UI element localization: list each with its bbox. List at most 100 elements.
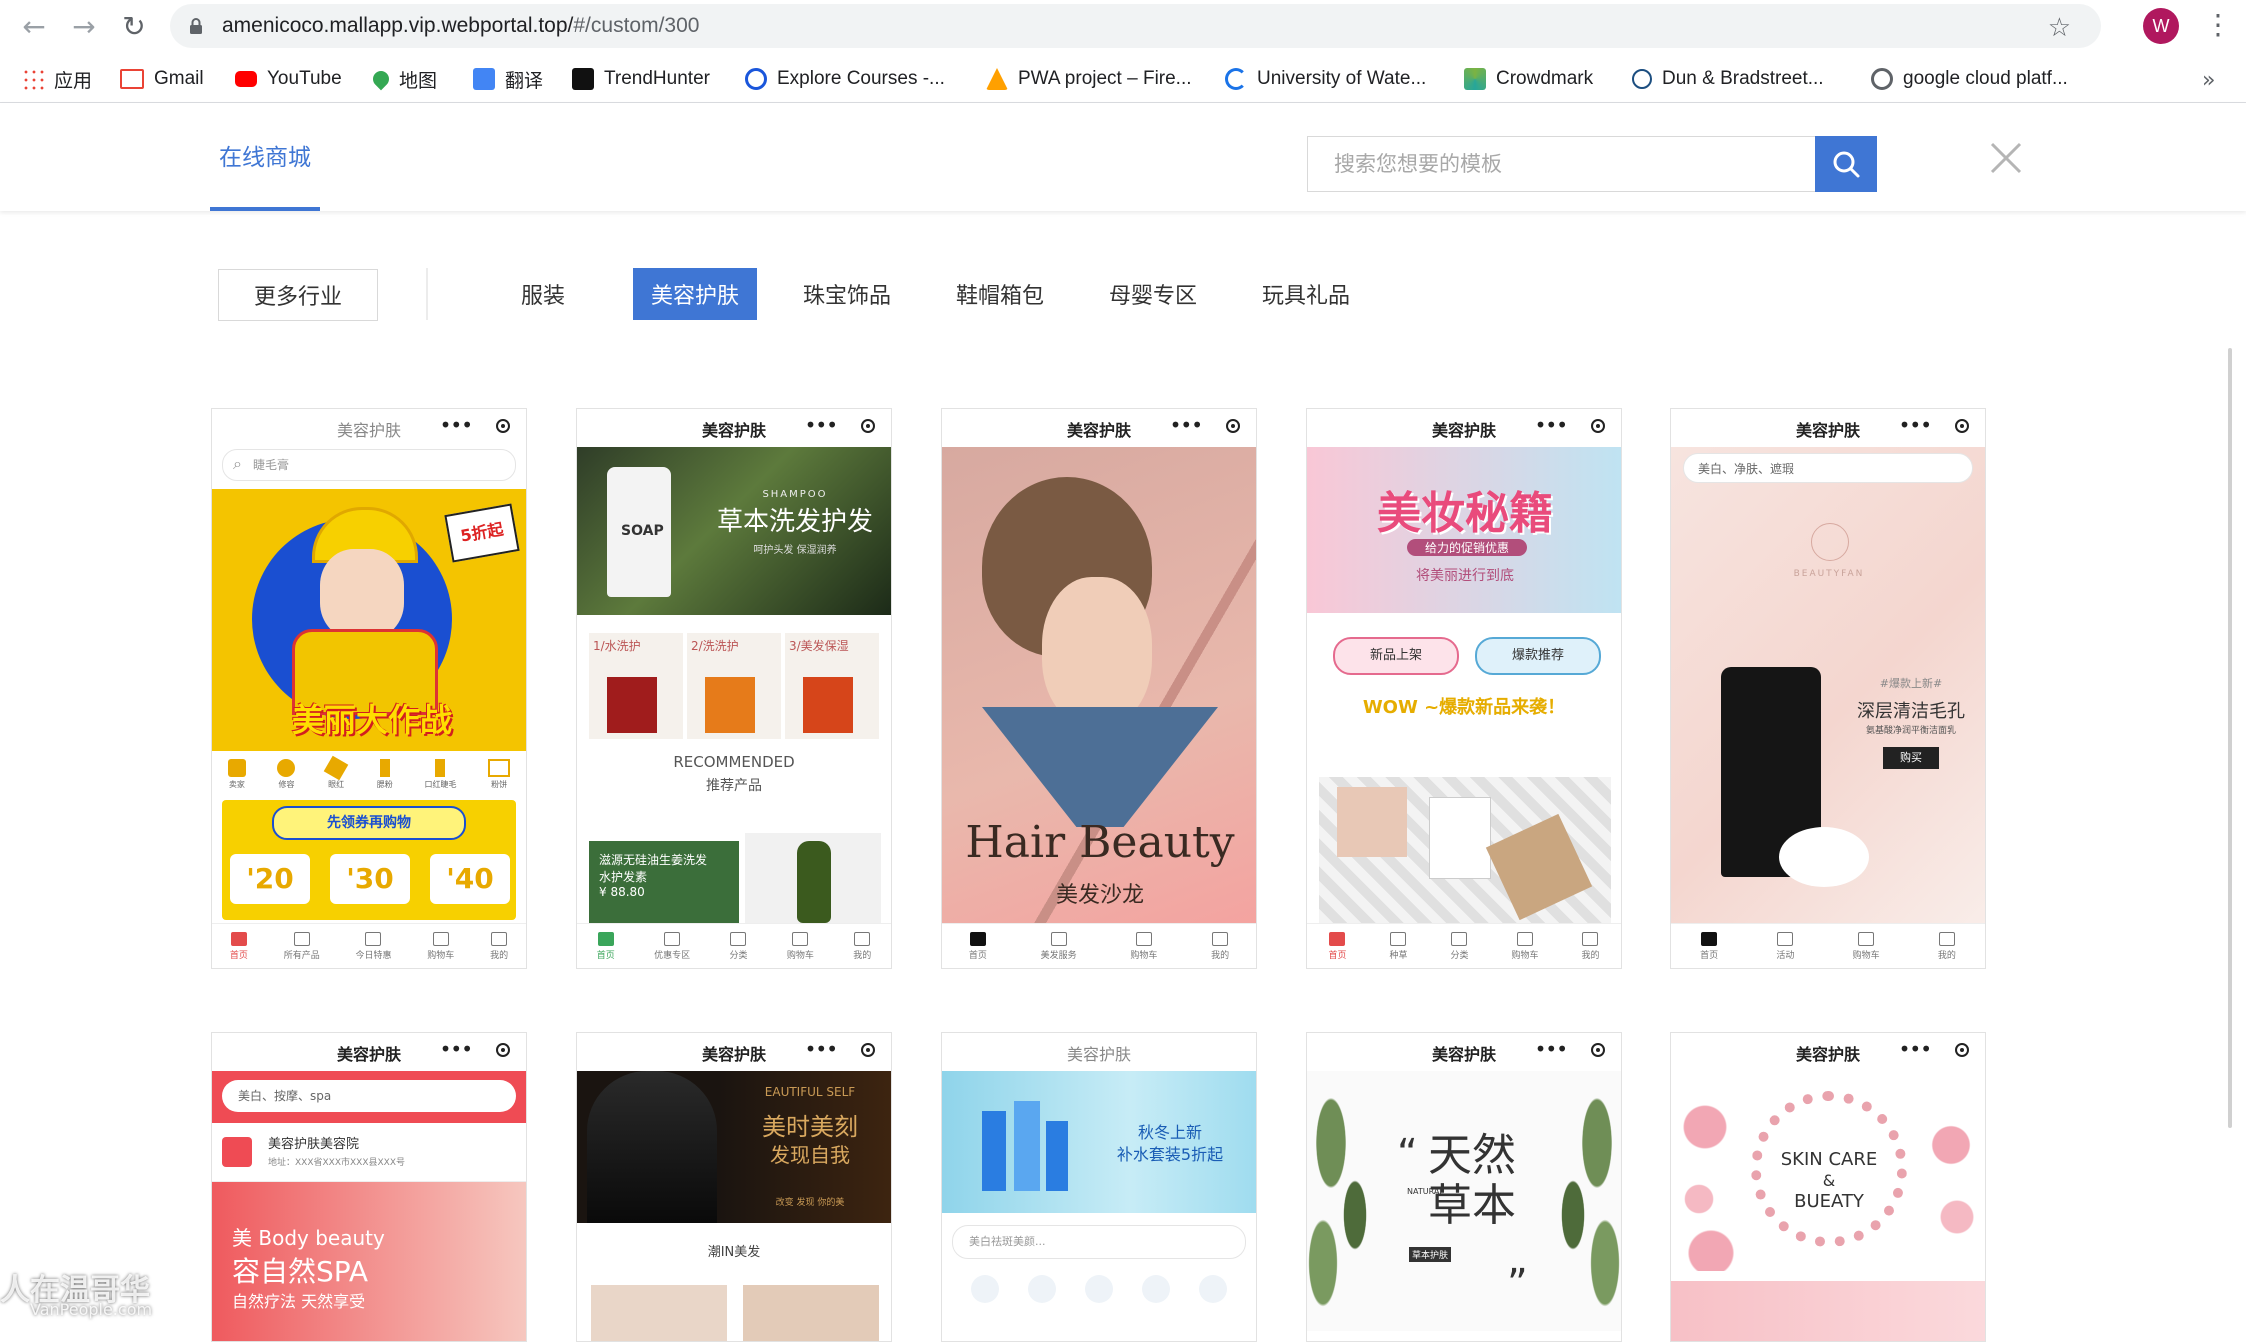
- bookmark-youtube[interactable]: YouTube: [235, 64, 342, 94]
- bookmark-star-icon[interactable]: ☆: [2048, 13, 2071, 43]
- close-icon[interactable]: [1988, 140, 2024, 176]
- template-card[interactable]: 美容护肤 ••• 美白、净肤、遮瑕 BEAUTYFAN #爆款上新# 深层清洁毛…: [1670, 408, 1986, 969]
- template-card[interactable]: 美容护肤 ••• 美白、按摩、spa 美容护肤美容院 地址：XXX省XXX市XX…: [211, 1032, 527, 1342]
- card-title: 美容护肤: [1066, 1045, 1131, 1064]
- more-bookmarks-icon[interactable]: »: [2202, 68, 2215, 93]
- url-text: amenicoco.mallapp.vip.webportal.top/#/cu…: [222, 14, 700, 37]
- more-dots-icon: •••: [1534, 413, 1568, 437]
- search-icon: [1833, 151, 1860, 178]
- more-dots-icon: •••: [1898, 1037, 1932, 1061]
- more-dots-icon: •••: [1169, 413, 1203, 437]
- more-dots-icon: •••: [1898, 413, 1932, 437]
- card-bottom-nav: 首页 美发服务 购物车 我的: [942, 923, 1256, 968]
- card-banner: SOAP SHAMPOO 草本洗发护发 呵护头发 保湿润养: [577, 447, 891, 615]
- template-search-input[interactable]: 搜索您想要的模板: [1307, 136, 1815, 192]
- target-icon: [496, 419, 510, 433]
- youtube-icon: [235, 71, 257, 87]
- forward-icon[interactable]: →: [66, 8, 102, 44]
- target-icon: [496, 1043, 510, 1057]
- translate-icon: [473, 68, 495, 90]
- page-header: 在线商城 搜索您想要的模板: [0, 103, 2246, 211]
- more-dots-icon: •••: [1534, 1037, 1568, 1061]
- card-banner: Hair Beauty 美发沙龙: [942, 447, 1256, 925]
- template-card[interactable]: 美容护肤 ••• Hair Beauty 美发沙龙 首页 美发服务 购物车 我的: [941, 408, 1257, 969]
- card-bottom-nav: 首页 种草 分类 购物车 我的: [1307, 923, 1621, 968]
- bookmark-maps[interactable]: 地图: [369, 64, 437, 94]
- template-card[interactable]: 美容护肤 ••• “ 天然草本 NATURAL 草本护肤 ”: [1306, 1032, 1622, 1342]
- card-title-bar: 美容护肤 •••: [212, 409, 526, 447]
- card-title-bar: 美容护肤: [942, 1033, 1256, 1071]
- card-title-bar: 美容护肤 •••: [1671, 409, 1985, 447]
- more-dots-icon: •••: [439, 413, 473, 437]
- card-bottom-nav: 首页 活动 购物车 我的: [1671, 923, 1985, 968]
- tab-online-shop[interactable]: 在线商城: [210, 103, 320, 211]
- template-card[interactable]: 美容护肤 ••• SKIN CARE & BUEATY: [1670, 1032, 1986, 1342]
- more-industries-button[interactable]: 更多行业: [218, 269, 378, 321]
- card-title: 美容护肤: [336, 421, 401, 440]
- bookmark-apps[interactable]: 应用: [22, 64, 92, 94]
- category-toys-gifts[interactable]: 玩具礼品: [1256, 268, 1356, 320]
- card-icon-row: [942, 1271, 1256, 1307]
- category-beauty-skincare[interactable]: 美容护肤: [633, 268, 757, 320]
- target-icon: [1591, 1043, 1605, 1057]
- bookmark-firebase[interactable]: PWA project – Fire...: [986, 64, 1192, 94]
- card-banner: EAUTIFUL SELF 美时美刻 发现自我 改变 发现 你的美: [577, 1071, 891, 1223]
- card-icon-row: 卖家 修容 眼红 腮粉 口红睫毛 粉饼: [212, 751, 526, 794]
- card-title-bar: 美容护肤 •••: [1671, 1033, 1985, 1071]
- category-mother-baby[interactable]: 母婴专区: [1103, 268, 1203, 320]
- card-search-bar: 美白、按摩、spa: [212, 1071, 526, 1123]
- card-title: 美容护肤: [1431, 421, 1496, 440]
- bookmark-translate[interactable]: 翻译: [473, 64, 543, 94]
- browser-menu-icon[interactable]: ⋮: [2204, 8, 2232, 41]
- bookmarks-bar: 应用 Gmail YouTube 地图 翻译 TrendHunter Explo…: [0, 56, 2246, 103]
- target-icon: [1955, 1043, 1969, 1057]
- card-title-bar: 美容护肤 •••: [942, 409, 1256, 447]
- page-scrollbar[interactable]: [2228, 348, 2232, 1128]
- card-search: 美白祛斑美颜...: [952, 1225, 1246, 1259]
- bookmark-trendhunter[interactable]: TrendHunter: [572, 64, 710, 94]
- card-title-bar: 美容护肤 •••: [577, 1033, 891, 1071]
- card-title: 美容护肤: [1431, 1045, 1496, 1064]
- template-card[interactable]: 美容护肤 ••• SOAP SHAMPOO 草本洗发护发 呵护头发 保湿润养 1…: [576, 408, 892, 969]
- button-row: 新品上架 爆款推荐: [1307, 613, 1621, 683]
- category-jewelry[interactable]: 珠宝饰品: [797, 268, 897, 320]
- buy-button: 购买: [1883, 747, 1939, 769]
- target-icon: [1591, 419, 1605, 433]
- category-shoes-bags[interactable]: 鞋帽箱包: [950, 268, 1050, 320]
- search-button[interactable]: [1815, 136, 1877, 192]
- coupon-section: 先领券再购物 '20 '30 '40: [222, 800, 516, 920]
- card-bottom-nav: 首页 所有产品 今日特惠 购物车 我的: [212, 923, 526, 968]
- card-banner: 秋冬上新 补水套装5折起: [942, 1071, 1256, 1213]
- category-clothing[interactable]: 服装: [504, 268, 582, 320]
- bookmark-gmail[interactable]: Gmail: [120, 64, 204, 94]
- template-card[interactable]: 美容护肤 ••• EAUTIFUL SELF 美时美刻 发现自我 改变 发现 你…: [576, 1032, 892, 1342]
- profile-avatar[interactable]: W: [2143, 8, 2179, 44]
- bookmark-crowdmark[interactable]: Crowdmark: [1464, 64, 1593, 94]
- target-icon: [1955, 419, 1969, 433]
- card-title-bar: 美容护肤 •••: [1307, 1033, 1621, 1071]
- maps-pin-icon: [369, 67, 393, 91]
- bookmark-dnb[interactable]: Dun & Bradstreet...: [1632, 64, 1824, 94]
- trendhunter-icon: [572, 68, 594, 90]
- template-card[interactable]: 美容护肤 ••• 美妆秘籍 给力的促销优惠 将美丽进行到底 新品上架 爆款推荐 …: [1306, 408, 1622, 969]
- card-title: 美容护肤: [1066, 421, 1131, 440]
- card-search: 睫毛膏: [222, 449, 516, 481]
- card-banner: 美 Body beauty 容自然SPA 自然疗法 天然享受: [212, 1182, 526, 1341]
- card-bottom-nav: 首页 优惠专区 分类 购物车 我的: [577, 923, 891, 968]
- reload-icon[interactable]: ↻: [116, 8, 152, 44]
- gmail-icon: [120, 69, 144, 89]
- template-card[interactable]: 美容护肤 ••• 睫毛膏 5折起 美丽大作战 卖家 修容 眼红 腮粉 口红睫毛 …: [211, 408, 527, 969]
- card-banner: SKIN CARE & BUEATY: [1671, 1071, 1985, 1281]
- address-bar[interactable]: amenicoco.mallapp.vip.webportal.top/#/cu…: [170, 4, 2101, 48]
- bookmark-university[interactable]: University of Wate...: [1225, 64, 1426, 94]
- card-title: 美容护肤: [1795, 1045, 1860, 1064]
- bookmark-gcp[interactable]: google cloud platf...: [1871, 64, 2068, 94]
- card-banner: 美白、净肤、遮瑕 BEAUTYFAN #爆款上新# 深层清洁毛孔 氨基酸净润平衡…: [1671, 447, 1985, 925]
- bookmark-courses[interactable]: Explore Courses -...: [745, 64, 945, 94]
- product-collage: [1319, 777, 1611, 923]
- card-banner: “ 天然草本 NATURAL 草本护肤 ”: [1307, 1071, 1621, 1331]
- crowdmark-icon: [1464, 68, 1486, 90]
- dnb-icon: [1632, 69, 1652, 89]
- back-icon[interactable]: ←: [16, 8, 52, 44]
- template-card[interactable]: 美容护肤 秋冬上新 补水套装5折起 美白祛斑美颜...: [941, 1032, 1257, 1342]
